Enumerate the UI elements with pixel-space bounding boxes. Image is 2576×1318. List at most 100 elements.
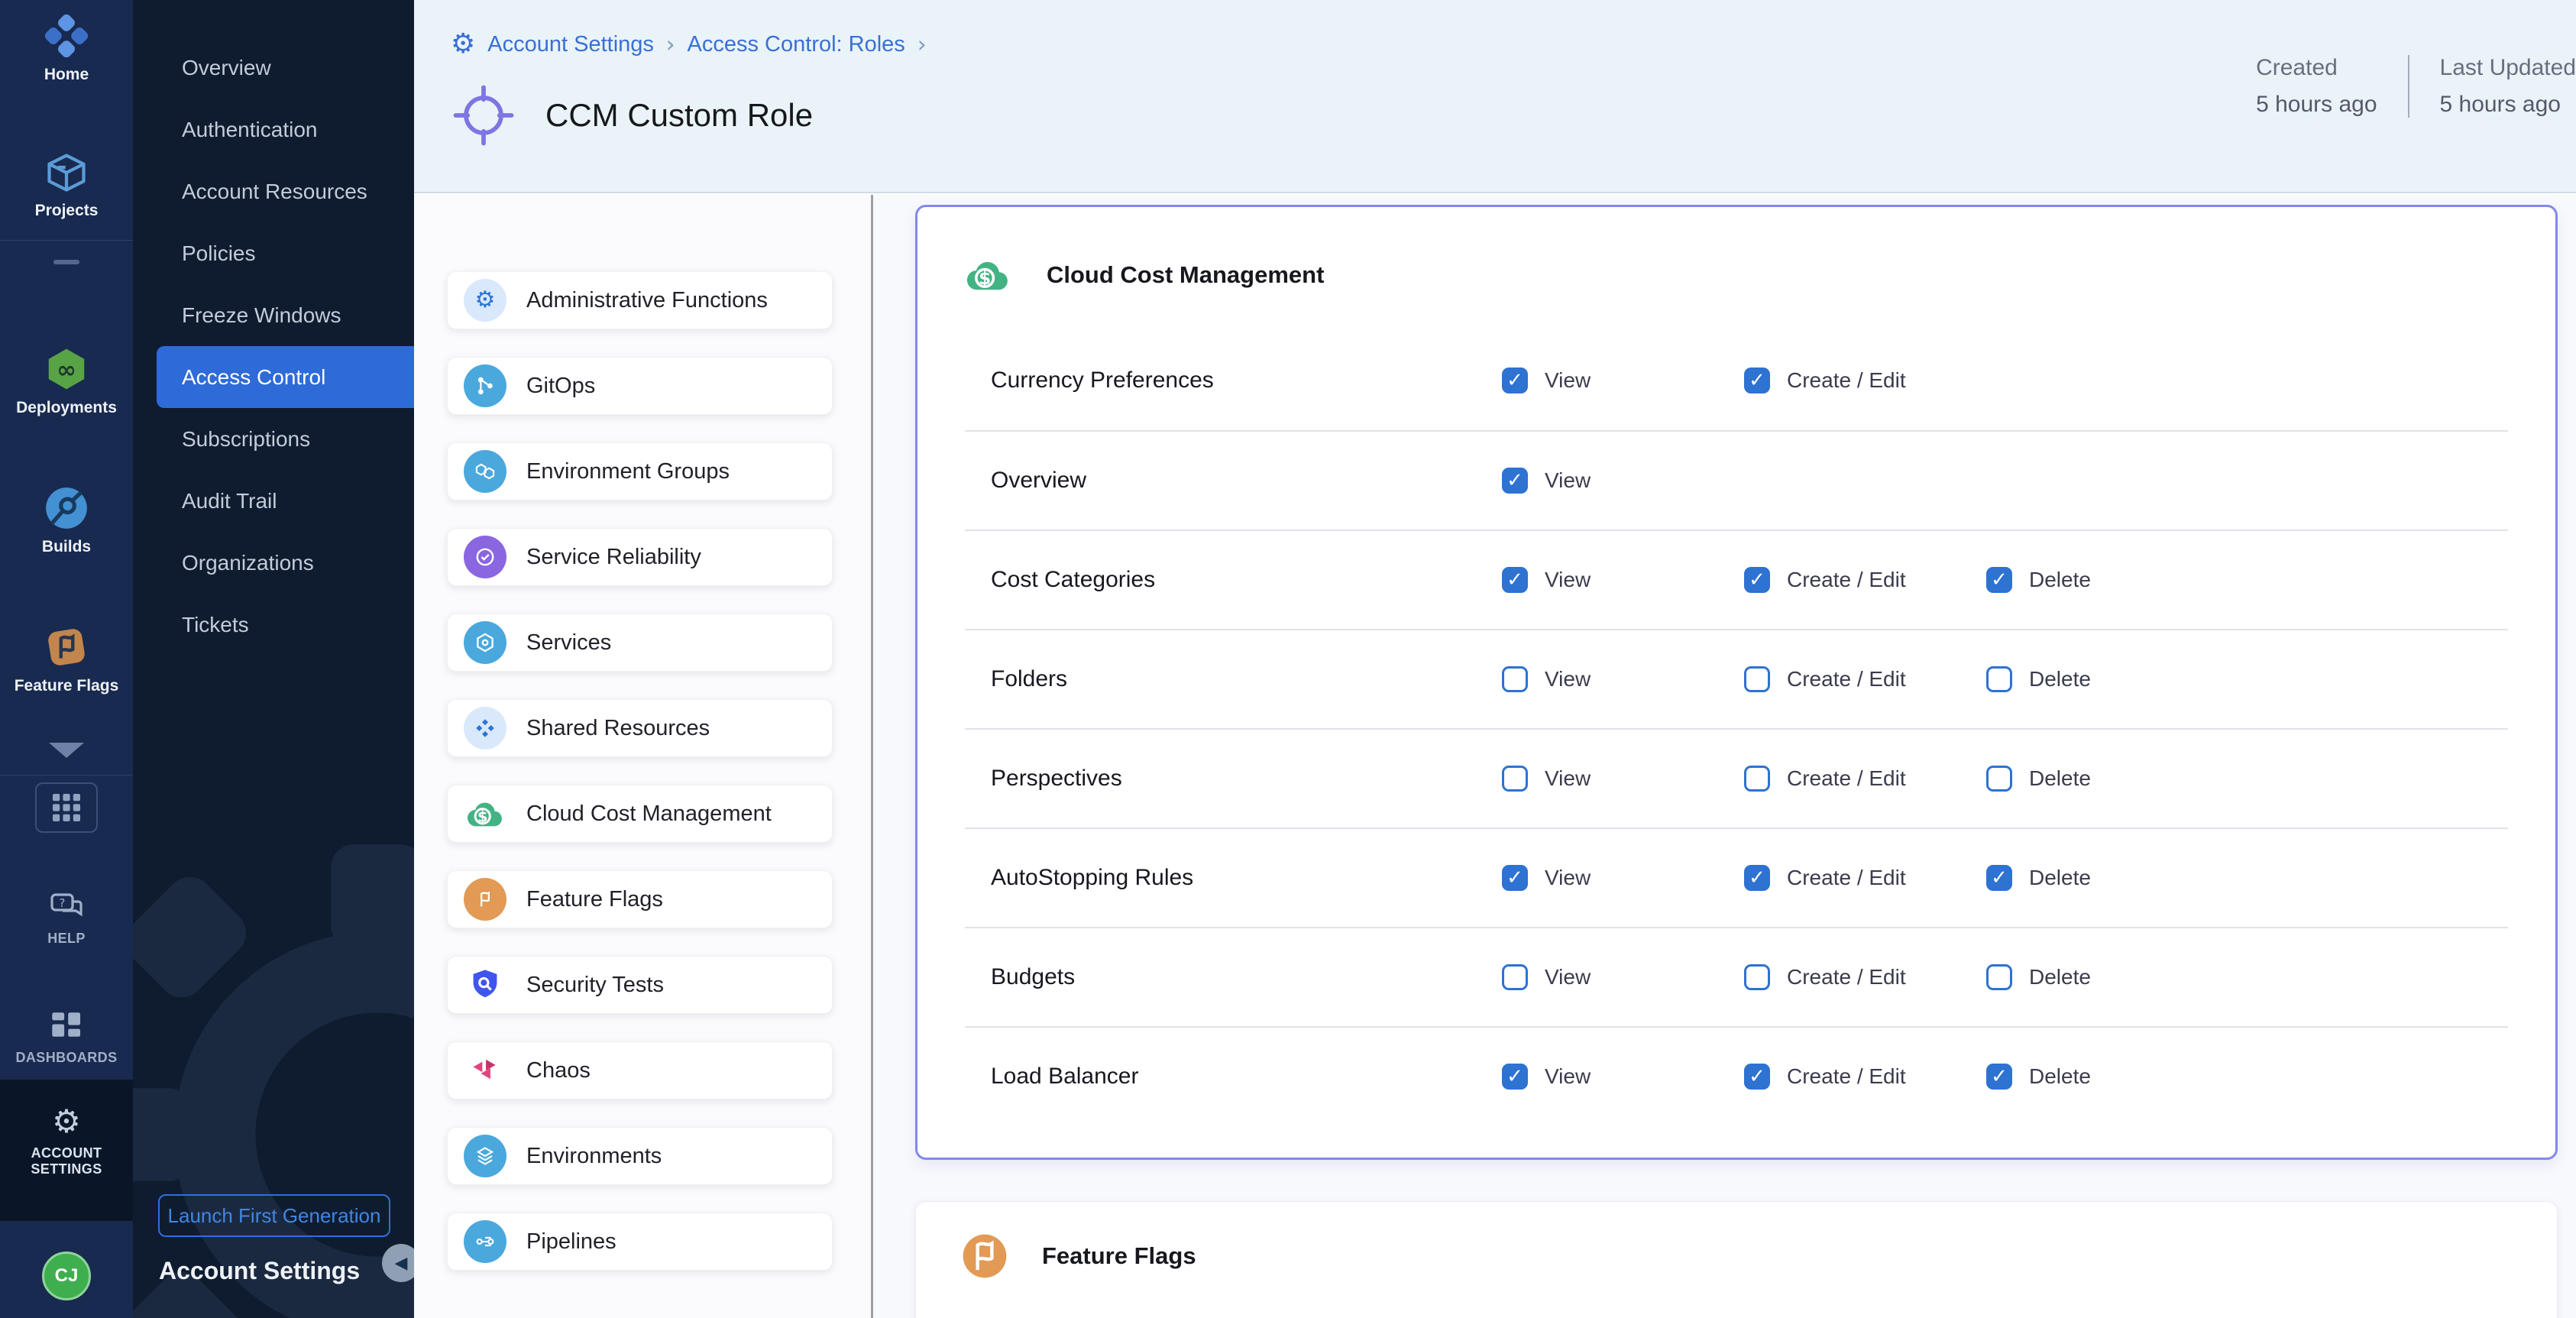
- delete-checkbox[interactable]: [1986, 1064, 2012, 1090]
- resource-label: Perspectives: [965, 766, 1502, 792]
- view-permission-cell: View: [1502, 964, 1744, 990]
- module-card-security-tests[interactable]: Security Tests: [447, 956, 833, 1014]
- account-settings-sidebar: Overview Authentication Account Resource…: [133, 0, 414, 1318]
- svg-text:∞: ∞: [57, 356, 76, 384]
- sidebar-item-audit-trail[interactable]: Audit Trail: [133, 470, 414, 532]
- view-checkbox[interactable]: [1502, 567, 1528, 593]
- delete-checkbox[interactable]: [1986, 865, 2012, 891]
- gitops-icon: [464, 364, 506, 407]
- breadcrumb: ⚙ Account Settings › Access Control: Rol…: [451, 31, 926, 58]
- module-card-environment-groups[interactable]: Environment Groups: [447, 442, 833, 500]
- resource-label: Budgets: [965, 964, 1502, 990]
- checkbox-label: View: [1545, 667, 1591, 691]
- created-block: Created 5 hours ago: [2256, 55, 2407, 118]
- delete-checkbox[interactable]: [1986, 567, 2012, 593]
- rail-item-dashboards[interactable]: DASHBOARDS: [0, 1010, 133, 1066]
- module-card-pipelines[interactable]: Pipelines: [447, 1213, 833, 1271]
- checkbox-label: Create / Edit: [1787, 766, 1906, 791]
- create-edit-checkbox[interactable]: [1744, 1064, 1770, 1090]
- module-picker-button[interactable]: [35, 782, 98, 833]
- delete-checkbox[interactable]: [1986, 766, 2012, 792]
- view-checkbox[interactable]: [1502, 468, 1528, 494]
- module-card-environments[interactable]: Environments: [447, 1127, 833, 1185]
- module-card-services[interactable]: Services: [447, 614, 833, 672]
- module-rail: Home Projects ∞ Deployments Builds Featu…: [0, 0, 133, 1318]
- rail-label: Builds: [0, 538, 133, 556]
- module-label: Administrative Functions: [526, 288, 768, 313]
- sidebar-item-account-resources[interactable]: Account Resources: [133, 160, 414, 222]
- checkbox-label: Delete: [2029, 965, 2091, 989]
- rail-label: Projects: [0, 202, 133, 220]
- sidebar-item-freeze-windows[interactable]: Freeze Windows: [133, 284, 414, 346]
- view-checkbox[interactable]: [1502, 964, 1528, 990]
- rail-item-feature-flags[interactable]: Feature Flags: [0, 623, 133, 695]
- rail-more-chevron-down-icon[interactable]: [49, 743, 84, 758]
- module-card-administrative-functions[interactable]: ⚙ Administrative Functions: [447, 271, 833, 329]
- create-edit-checkbox[interactable]: [1744, 666, 1770, 692]
- svg-text:?: ?: [59, 896, 65, 910]
- sidebar-item-access-control[interactable]: Access Control: [157, 346, 414, 408]
- rail-label: Deployments: [0, 399, 133, 417]
- sidebar-item-authentication[interactable]: Authentication: [133, 99, 414, 160]
- module-card-feature-flags[interactable]: Feature Flags: [447, 870, 833, 928]
- launch-first-generation-button[interactable]: Launch First Generation: [158, 1194, 390, 1237]
- view-checkbox[interactable]: [1502, 766, 1528, 792]
- create-edit-checkbox[interactable]: [1744, 368, 1770, 393]
- create-edit-checkbox[interactable]: [1744, 865, 1770, 891]
- delete-checkbox[interactable]: [1986, 666, 2012, 692]
- breadcrumb-separator: ›: [666, 31, 675, 57]
- delete-permission-cell: Delete: [1986, 1064, 2228, 1090]
- module-card-chaos[interactable]: Chaos: [447, 1041, 833, 1099]
- user-avatar[interactable]: CJ: [42, 1252, 91, 1300]
- svg-text:$: $: [979, 269, 991, 289]
- view-checkbox[interactable]: [1502, 1064, 1528, 1090]
- harness-logo-icon: [43, 12, 90, 60]
- sidebar-item-overview[interactable]: Overview: [133, 37, 414, 99]
- sidebar-item-tickets[interactable]: Tickets: [133, 594, 414, 656]
- created-label: Created: [2256, 55, 2377, 81]
- environment-groups-icon: [464, 450, 506, 493]
- create-edit-checkbox[interactable]: [1744, 567, 1770, 593]
- sidebar-item-organizations[interactable]: Organizations: [133, 532, 414, 594]
- rail-item-home[interactable]: Home: [0, 12, 133, 84]
- breadcrumb-link-access-control-roles[interactable]: Access Control: Roles: [688, 32, 905, 57]
- module-list: ⚙ Administrative Functions GitOps Enviro…: [414, 195, 871, 1318]
- delete-permission-cell: Delete: [1986, 666, 2228, 692]
- module-card-service-reliability[interactable]: Service Reliability: [447, 528, 833, 586]
- role-metadata: Created 5 hours ago Last Updated 5 hours…: [2256, 55, 2576, 118]
- sidebar-collapse-button[interactable]: ◀: [382, 1244, 414, 1282]
- rail-group-dash: [53, 260, 79, 264]
- resource-label: AutoStopping Rules: [965, 865, 1502, 891]
- view-checkbox[interactable]: [1502, 865, 1528, 891]
- checkbox-label: Create / Edit: [1787, 368, 1906, 393]
- checkbox-label: Create / Edit: [1787, 1064, 1906, 1089]
- last-updated-block: Last Updated 5 hours ago: [2408, 55, 2576, 118]
- rail-item-projects[interactable]: Projects: [0, 150, 133, 220]
- resource-label: Currency Preferences: [965, 368, 1502, 393]
- feature-flags-permissions-panel: Feature Flags: [915, 1201, 2558, 1318]
- view-checkbox[interactable]: [1502, 368, 1528, 393]
- rail-item-deployments[interactable]: ∞ Deployments: [0, 345, 133, 417]
- breadcrumb-link-account-settings[interactable]: Account Settings: [487, 32, 654, 57]
- delete-checkbox[interactable]: [1986, 964, 2012, 990]
- module-card-gitops[interactable]: GitOps: [447, 357, 833, 415]
- create-edit-checkbox[interactable]: [1744, 766, 1770, 792]
- module-card-shared-resources[interactable]: Shared Resources: [447, 699, 833, 757]
- module-card-cloud-cost-management[interactable]: $ Cloud Cost Management: [447, 785, 833, 843]
- page-title: CCM Custom Role: [545, 97, 813, 134]
- rail-item-account-settings-selected[interactable]: ⚙ ACCOUNT SETTINGS: [0, 1080, 133, 1221]
- resource-label: Load Balancer: [965, 1064, 1502, 1090]
- sidebar-item-policies[interactable]: Policies: [133, 222, 414, 284]
- module-label: Chaos: [526, 1058, 591, 1083]
- rail-item-builds[interactable]: Builds: [0, 484, 133, 556]
- sidebar-item-subscriptions[interactable]: Subscriptions: [133, 408, 414, 470]
- rail-item-help[interactable]: ? HELP: [0, 891, 133, 947]
- permission-row-load-balancer: Load Balancer View Create / Edit Delete: [965, 1026, 2508, 1125]
- create-edit-checkbox[interactable]: [1744, 964, 1770, 990]
- create-edit-permission-cell: Create / Edit: [1744, 1064, 1986, 1090]
- view-checkbox[interactable]: [1502, 666, 1528, 692]
- rail-divider: [0, 240, 133, 241]
- checkbox-label: View: [1545, 468, 1591, 493]
- feature-flags-module-icon: [43, 623, 90, 671]
- module-label: Service Reliability: [526, 545, 701, 570]
